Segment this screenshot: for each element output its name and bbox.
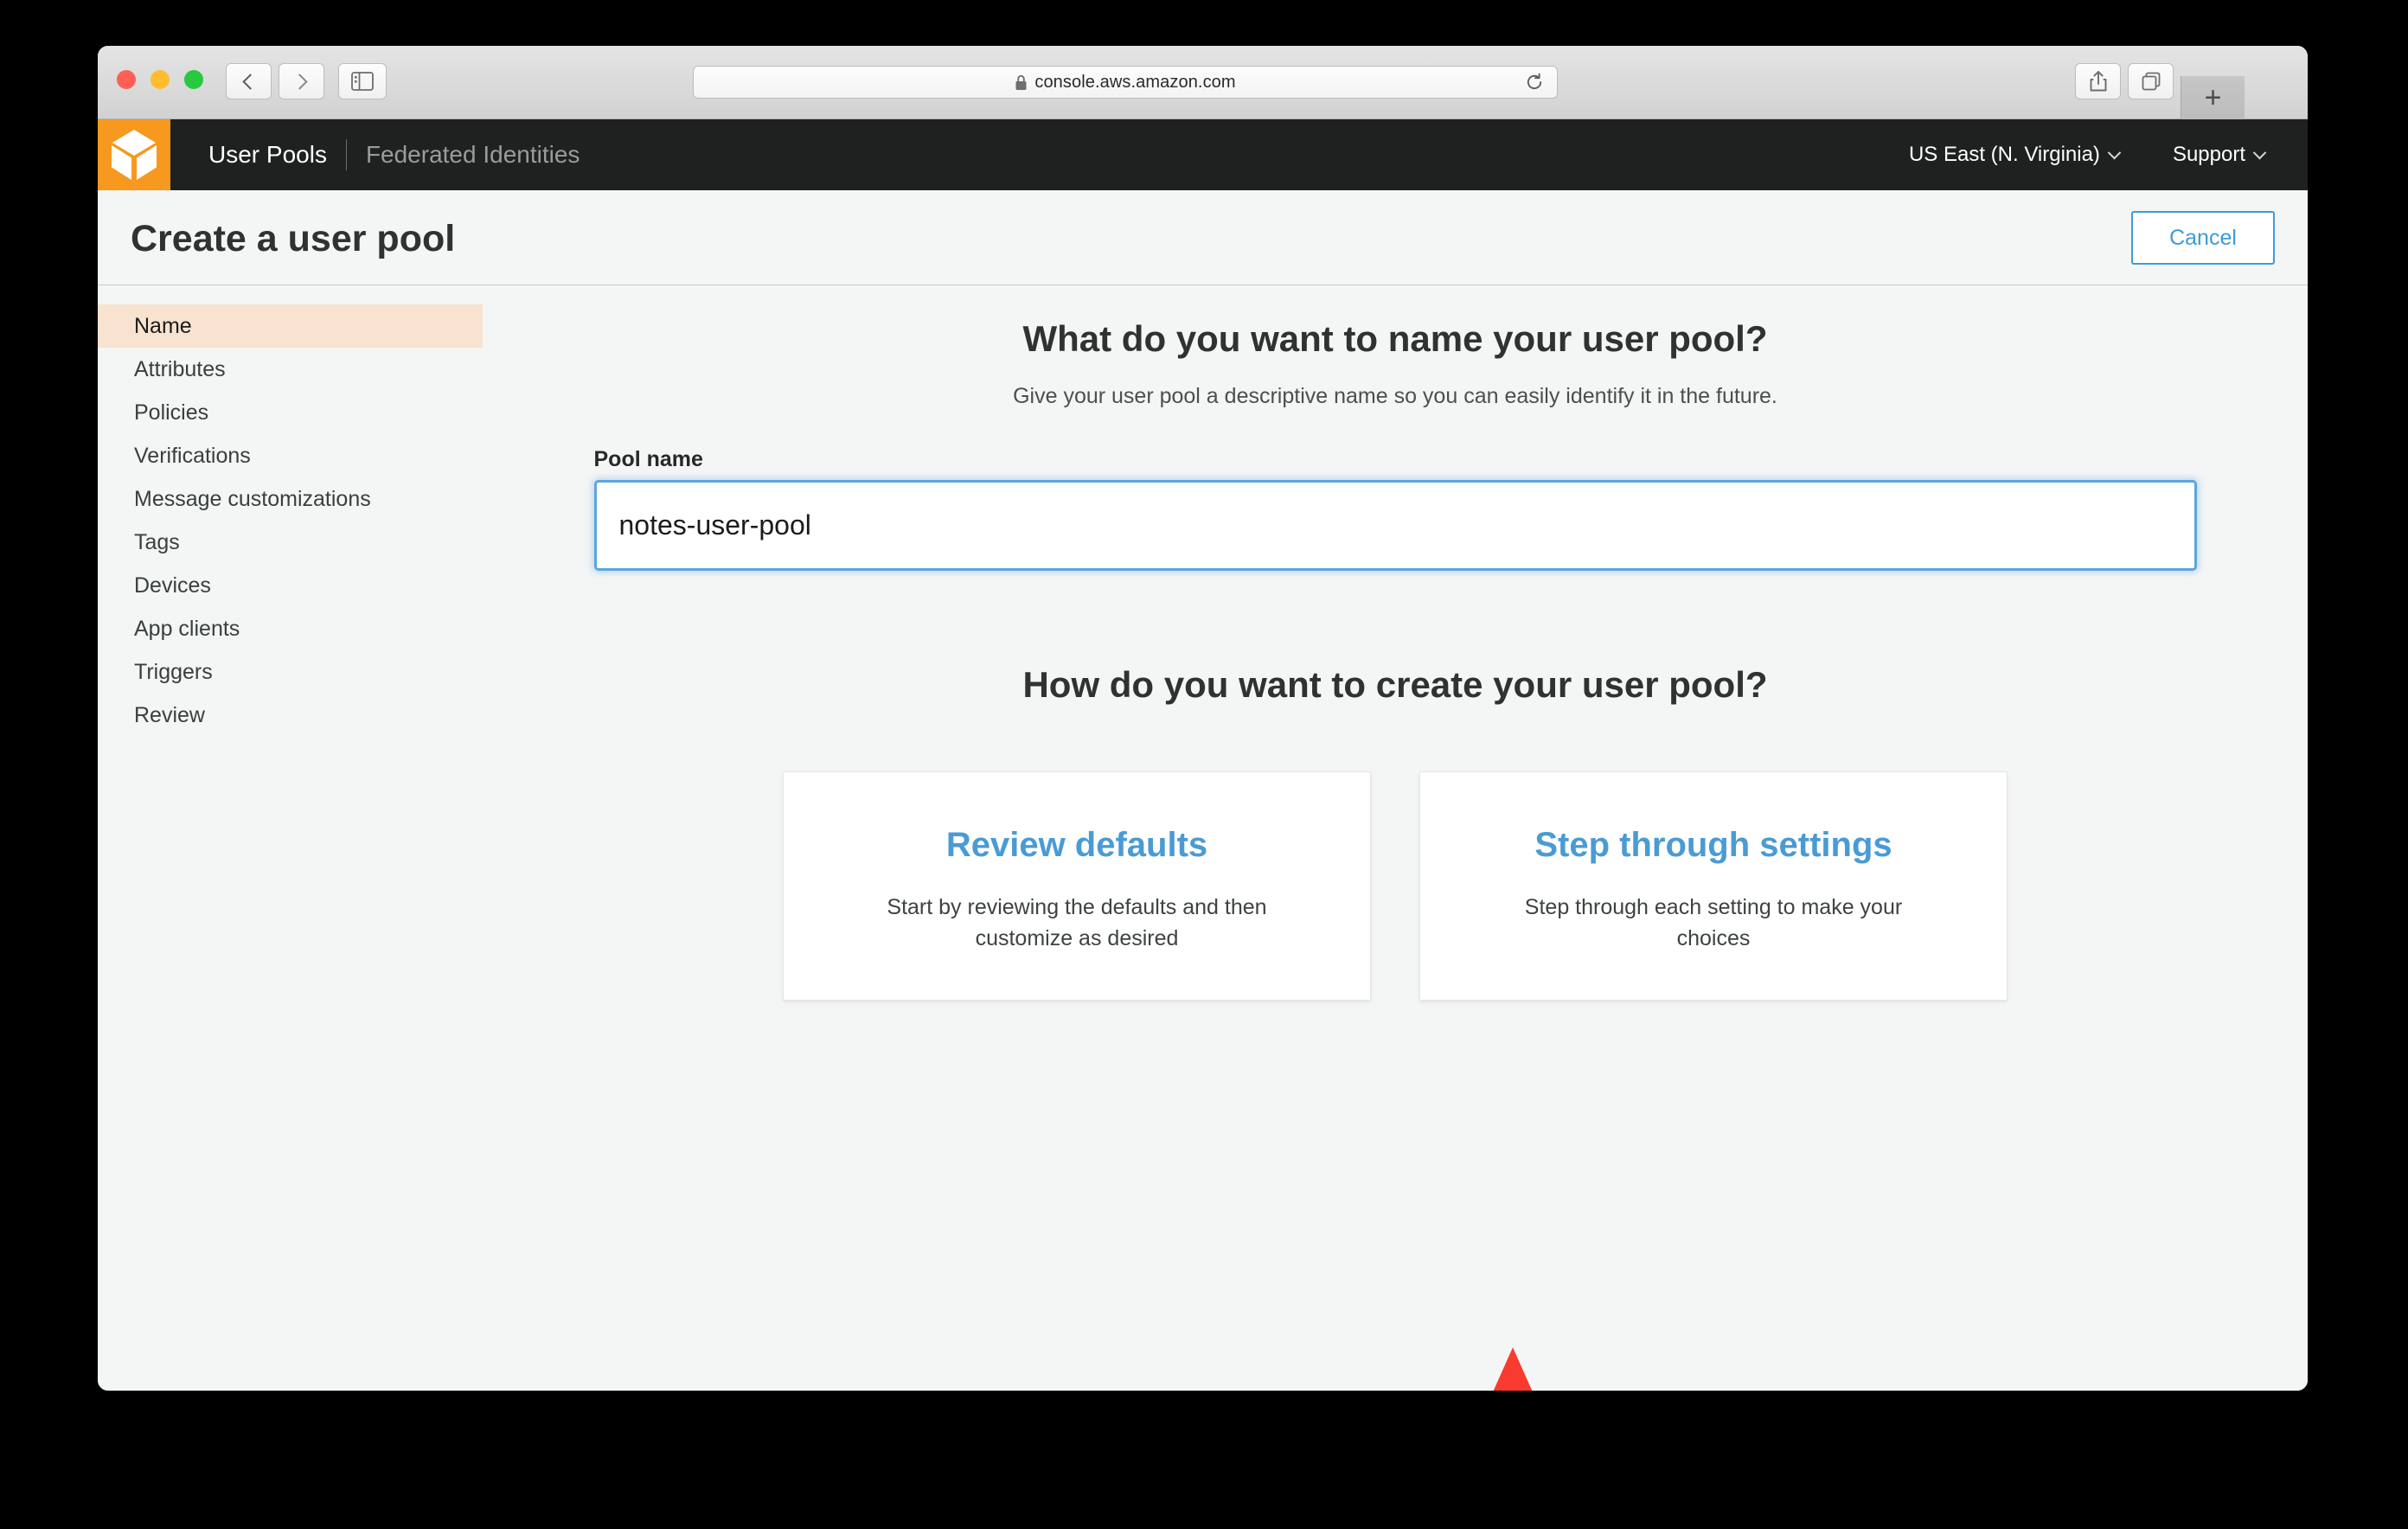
nav-tab-user-pools[interactable]: User Pools [208, 141, 327, 169]
review-defaults-card[interactable]: Review defaults Start by reviewing the d… [783, 771, 1371, 1001]
share-icon [2090, 71, 2106, 92]
up-arrow-annotation-icon [1493, 1347, 1533, 1391]
page-header: Create a user pool Cancel [98, 190, 2308, 285]
sidebar-item-label: Triggers [134, 659, 213, 684]
cognito-logo[interactable] [98, 119, 170, 190]
sidebar-item-tags[interactable]: Tags [98, 521, 483, 564]
region-selector[interactable]: US East (N. Virginia) [1908, 143, 2122, 167]
option-cards: Review defaults Start by reviewing the d… [483, 771, 2308, 1001]
main-subheading: Give your user pool a descriptive name s… [1013, 384, 1777, 408]
new-tab-label: + [2204, 81, 2222, 114]
sidebar-item-label: App clients [134, 616, 240, 641]
sidebar-item-message-customizations[interactable]: Message customizations [98, 477, 483, 521]
sidebar-item-triggers[interactable]: Triggers [98, 650, 483, 694]
sidebar-toggle-button[interactable] [338, 63, 387, 99]
aws-service-nav: User Pools Federated Identities US East … [98, 119, 2308, 190]
chevron-down-icon [2107, 145, 2122, 159]
sidebar-item-label: Devices [134, 573, 211, 598]
tabs-overview-button[interactable] [2128, 63, 2174, 99]
sidebar-item-label: Attributes [134, 356, 226, 381]
sidebar-item-verifications[interactable]: Verifications [98, 434, 483, 477]
sidebar-item-review[interactable]: Review [98, 694, 483, 737]
sidebar-item-policies[interactable]: Policies [98, 391, 483, 434]
reload-icon [1527, 73, 1542, 90]
step-through-settings-card[interactable]: Step through settings Step through each … [1419, 771, 2008, 1001]
service-nav-links: User Pools Federated Identities [208, 139, 580, 170]
chevron-left-icon [242, 73, 259, 90]
browser-toolbar: console.aws.amazon.com + [98, 46, 2308, 119]
nav-right-group: US East (N. Virginia) Support [1909, 143, 2308, 167]
sidebar-item-name[interactable]: Name [98, 304, 483, 348]
sidebar-item-label: Name [134, 313, 192, 338]
wizard-step-sidebar: Name Attributes Policies Verifications M… [98, 285, 483, 1391]
window-controls [117, 70, 203, 89]
new-tab-button[interactable]: + [2181, 76, 2245, 119]
step-through-settings-title: Step through settings [1534, 826, 1892, 864]
aws-cognito-cube-icon [112, 130, 157, 180]
close-window-button[interactable] [117, 70, 136, 89]
sidebar-panel-icon [351, 72, 374, 91]
chevron-down-icon [2252, 145, 2267, 159]
page-title: Create a user pool [131, 218, 456, 259]
pool-name-value: notes-user-pool [618, 509, 811, 541]
sidebar-item-label: Policies [134, 400, 209, 425]
tabs-overview-icon [2142, 72, 2160, 91]
sidebar-item-label: Review [134, 702, 205, 727]
sidebar-item-label: Verifications [134, 443, 251, 468]
address-bar[interactable]: console.aws.amazon.com [693, 66, 1558, 99]
lock-icon [1015, 74, 1028, 91]
sidebar-item-label: Tags [134, 529, 180, 554]
nav-divider [345, 139, 347, 170]
nav-tab-federated-identities[interactable]: Federated Identities [366, 141, 580, 169]
support-menu[interactable]: Support [2172, 143, 2267, 167]
pool-name-input[interactable]: notes-user-pool [593, 480, 2197, 571]
support-label: Support [2172, 143, 2245, 166]
sidebar-item-devices[interactable]: Devices [98, 564, 483, 607]
chevron-right-icon [291, 73, 308, 90]
sidebar-item-attributes[interactable]: Attributes [98, 348, 483, 391]
cancel-button-label: Cancel [2169, 225, 2237, 250]
sidebar-item-app-clients[interactable]: App clients [98, 607, 483, 650]
browser-window: console.aws.amazon.com + User Pools Fede… [98, 46, 2308, 1391]
content-area: Name Attributes Policies Verifications M… [98, 285, 2308, 1391]
share-button[interactable] [2075, 63, 2121, 99]
pool-name-field-group: Pool name notes-user-pool [593, 447, 2197, 571]
review-defaults-title: Review defaults [945, 826, 1208, 864]
cancel-button[interactable]: Cancel [2131, 211, 2275, 265]
back-button[interactable] [226, 63, 272, 99]
sidebar-item-label: Message customizations [134, 486, 371, 511]
maximize-window-button[interactable] [184, 70, 203, 89]
pool-name-label: Pool name [593, 447, 703, 471]
main-panel: What do you want to name your user pool?… [483, 285, 2308, 1391]
reload-button[interactable] [1524, 72, 1545, 93]
review-defaults-description: Start by reviewing the defaults and then… [887, 895, 1267, 950]
minimize-window-button[interactable] [150, 70, 170, 89]
url-text: console.aws.amazon.com [1034, 72, 1236, 92]
forward-button[interactable] [279, 63, 324, 99]
main-heading: What do you want to name your user pool? [1022, 318, 1768, 359]
create-method-heading: How do you want to create your user pool… [1022, 664, 1768, 705]
step-through-settings-description: Step through each setting to make your c… [1524, 895, 1903, 950]
region-label: US East (N. Virginia) [1908, 143, 2100, 166]
